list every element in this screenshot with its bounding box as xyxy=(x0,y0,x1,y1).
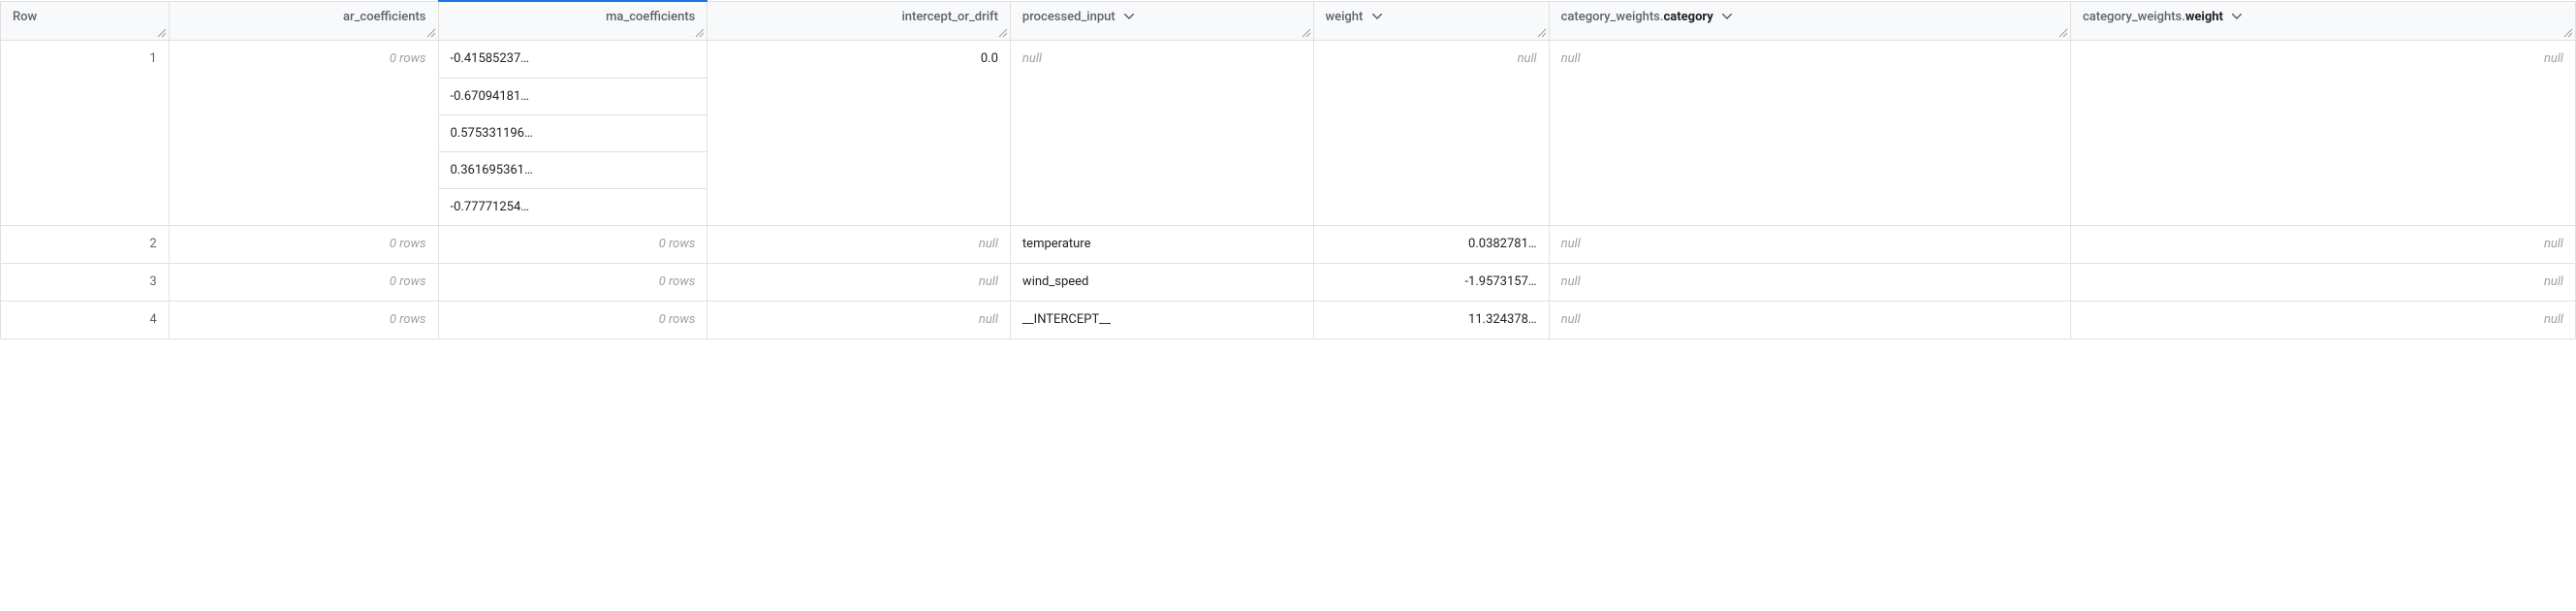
chevron-down-icon[interactable] xyxy=(1124,14,1134,19)
cell-weight: -1.9573157… xyxy=(1314,264,1549,301)
table-row: 1 0 rows -0.41585237… -0.67094181… 0.575… xyxy=(1,40,2576,225)
cell-ma-coefficients: 0 rows xyxy=(439,226,707,263)
col-header-weight-label: weight xyxy=(1326,10,1364,24)
cell-processed-input: wind_speed xyxy=(1011,264,1313,301)
ma-value: -0.77771254… xyxy=(439,188,707,225)
cell-intercept: 0.0 xyxy=(707,41,1010,78)
table-row: 3 0 rows 0 rows null wind_speed -1.95731… xyxy=(1,263,2576,301)
ma-value: -0.67094181… xyxy=(439,78,707,114)
cell-ma-coefficients: 0 rows xyxy=(439,302,707,338)
cell-ar-coefficients: 0 rows xyxy=(170,264,438,301)
cell-cw-weight: null xyxy=(2071,226,2575,263)
col-header-weight[interactable]: weight xyxy=(1313,1,1549,40)
cell-weight: 11.324378… xyxy=(1314,302,1549,338)
col-header-processed-input[interactable]: processed_input xyxy=(1010,1,1313,40)
table-row: 2 0 rows 0 rows null temperature 0.03827… xyxy=(1,225,2576,263)
cell-cw-category: null xyxy=(1550,264,2070,301)
ma-value: 0.575331196… xyxy=(439,114,707,151)
cell-cw-weight: null xyxy=(2071,302,2575,338)
col-header-row[interactable]: Row xyxy=(1,1,170,40)
col-header-intercept-or-drift[interactable]: intercept_or_drift xyxy=(707,1,1011,40)
cell-weight: null xyxy=(1314,41,1549,78)
col-header-cwcat-prefix: category_weights. xyxy=(1561,10,1664,24)
ma-value: -0.41585237… xyxy=(439,41,707,78)
cell-processed-input: null xyxy=(1011,41,1313,78)
cell-cw-category: null xyxy=(1550,302,2070,338)
cell-processed-input: temperature xyxy=(1011,226,1313,263)
resize-handle-icon[interactable] xyxy=(695,28,705,38)
cell-processed-input: __INTERCEPT__ xyxy=(1011,302,1313,338)
cell-ma-coefficients: 0 rows xyxy=(439,264,707,301)
row-number: 2 xyxy=(1,226,169,263)
col-header-processed-label: processed_input xyxy=(1022,10,1115,24)
row-number: 3 xyxy=(1,264,169,301)
col-header-category-weights-category[interactable]: category_weights.category xyxy=(1549,1,2070,40)
ma-value: 0.361695361… xyxy=(439,151,707,188)
cell-ma-coefficients: -0.41585237… -0.67094181… 0.575331196… 0… xyxy=(439,41,707,225)
col-header-ma-coefficients[interactable]: ma_coefficients xyxy=(438,1,707,40)
col-header-ar-coefficients[interactable]: ar_coefficients xyxy=(169,1,438,40)
col-header-ma-label: ma_coefficients xyxy=(606,10,695,24)
header-row: Row ar_coefficients ma_coefficients xyxy=(1,1,2576,40)
cell-cw-weight: null xyxy=(2071,41,2575,78)
cell-weight: 0.0382781… xyxy=(1314,226,1549,263)
resize-handle-icon[interactable] xyxy=(426,28,436,38)
chevron-down-icon[interactable] xyxy=(1722,14,1732,19)
col-header-intercept-label: intercept_or_drift xyxy=(901,10,997,24)
resize-handle-icon[interactable] xyxy=(157,28,167,38)
results-table: Row ar_coefficients ma_coefficients xyxy=(0,0,2576,339)
col-header-cwwt-suffix: weight xyxy=(2185,10,2223,24)
cell-intercept: null xyxy=(707,302,1010,338)
cell-ar-coefficients: 0 rows xyxy=(170,41,438,78)
chevron-down-icon[interactable] xyxy=(2232,14,2242,19)
cell-intercept: null xyxy=(707,226,1010,263)
resize-handle-icon[interactable] xyxy=(1302,28,1311,38)
col-header-category-weights-weight[interactable]: category_weights.weight xyxy=(2070,1,2575,40)
cell-cw-weight: null xyxy=(2071,264,2575,301)
col-header-cwcat-suffix: category xyxy=(1664,10,1713,24)
cell-intercept: null xyxy=(707,264,1010,301)
cell-ar-coefficients: 0 rows xyxy=(170,226,438,263)
resize-handle-icon[interactable] xyxy=(998,28,1008,38)
row-number: 4 xyxy=(1,302,169,338)
resize-handle-icon[interactable] xyxy=(1537,28,1547,38)
col-header-ar-label: ar_coefficients xyxy=(343,10,426,24)
table-row: 4 0 rows 0 rows null __INTERCEPT__ 11.32… xyxy=(1,301,2576,338)
cell-cw-category: null xyxy=(1550,226,2070,263)
cell-ar-coefficients: 0 rows xyxy=(170,302,438,338)
resize-handle-icon[interactable] xyxy=(2058,28,2068,38)
chevron-down-icon[interactable] xyxy=(1372,14,1382,19)
cell-cw-category: null xyxy=(1550,41,2070,78)
resize-handle-icon[interactable] xyxy=(2563,28,2573,38)
row-number: 1 xyxy=(1,41,169,78)
col-header-row-label: Row xyxy=(13,10,37,24)
col-header-cwwt-prefix: category_weights. xyxy=(2083,10,2185,24)
